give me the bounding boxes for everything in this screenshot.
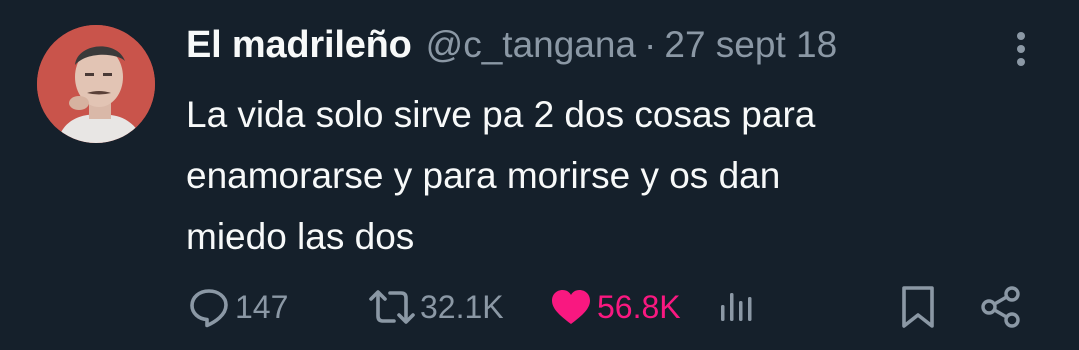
- author-display-name[interactable]: El madrileño: [186, 24, 412, 67]
- avatar-image: [37, 25, 155, 143]
- tweet-text: La vida solo sirve pa 2 dos cosas para e…: [186, 84, 1016, 267]
- views-icon: [718, 285, 758, 329]
- tweet-date[interactable]: 27 sept 18: [664, 24, 837, 66]
- reply-button[interactable]: 147: [187, 282, 288, 332]
- like-button[interactable]: 56.8K: [549, 282, 681, 332]
- bookmark-button[interactable]: [898, 282, 938, 332]
- retweet-count: 32.1K: [420, 288, 504, 325]
- reply-icon: [187, 285, 231, 329]
- share-icon: [978, 284, 1024, 330]
- share-button[interactable]: [978, 282, 1024, 332]
- avatar[interactable]: [37, 25, 155, 143]
- tweet-text-line: enamorarse y para morirse y os dan: [186, 155, 781, 196]
- tweet-header: El madrileño @c_tangana · 27 sept 18: [186, 22, 837, 68]
- views-button[interactable]: [718, 282, 758, 332]
- bookmark-icon: [898, 284, 938, 330]
- tweet-text-line: La vida solo sirve pa 2 dos cosas para: [186, 94, 816, 135]
- retweet-button[interactable]: 32.1K: [368, 282, 504, 332]
- header-separator: ·: [644, 24, 657, 65]
- retweet-icon: [368, 285, 416, 329]
- more-vertical-icon: [1017, 32, 1025, 66]
- more-options-button[interactable]: [1008, 28, 1034, 70]
- heart-icon: [549, 285, 593, 329]
- like-count: 56.8K: [597, 288, 681, 325]
- tweet-text-line: miedo las dos: [186, 216, 415, 257]
- author-handle[interactable]: @c_tangana: [426, 24, 636, 66]
- reply-count: 147: [235, 288, 289, 325]
